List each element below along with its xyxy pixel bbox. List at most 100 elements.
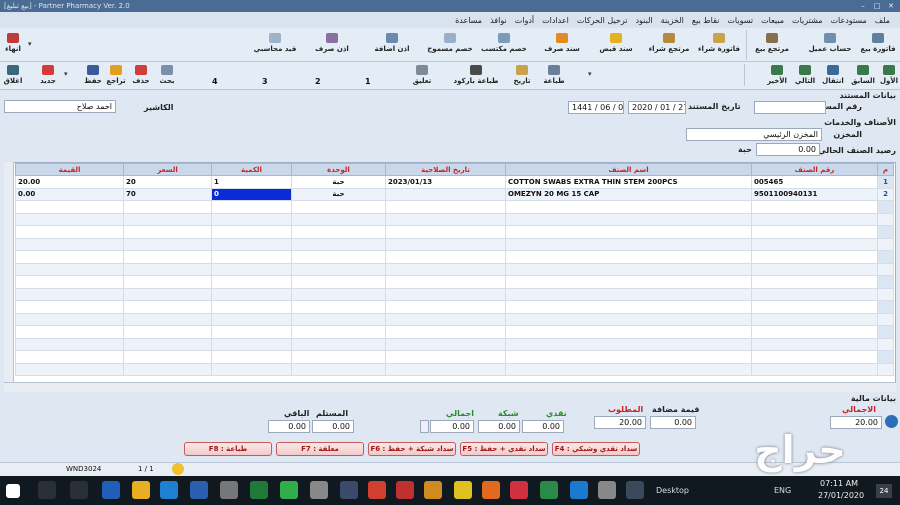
exit-button[interactable]: انهاء [2,28,24,58]
last-record-button[interactable]: الأخير [764,62,790,88]
grid-vertical-scrollbar[interactable] [4,162,14,392]
qty-cell[interactable]: 1 [211,175,292,189]
empty-row[interactable] [15,287,894,301]
menu-item-tools[interactable]: أدوات [511,16,538,25]
network-field[interactable]: 0.00 [478,420,520,433]
earned-discount-button[interactable]: خصم مكتسب [478,28,530,58]
empty-row[interactable] [15,325,894,339]
purchase-return-button[interactable]: مرتجع شراء [646,28,692,58]
expiry-cell[interactable] [385,187,506,201]
maximize-icon[interactable]: □ [870,0,884,12]
app-icon[interactable] [396,481,414,499]
receipt-voucher-button[interactable]: سند قبض [596,28,636,58]
qty-cell-selected[interactable]: 0 [211,187,292,201]
tab-2[interactable]: 2 [315,77,321,86]
price-cell[interactable]: 20 [123,175,212,189]
table-row[interactable]: 2 9501100940131 OMEZYN 20 MG 15 CAP حبة … [15,187,894,201]
f7-suspended-button[interactable]: F7 : معلقة [276,442,364,456]
expand-icon[interactable] [420,420,429,433]
menu-item-file[interactable]: ملف [871,16,894,25]
table-row[interactable]: 1 005465 COTTON SWABS EXTRA THIN STEM 20… [15,175,894,189]
windows-start-icon[interactable] [6,484,20,498]
item-name-cell[interactable]: COTTON SWABS EXTRA THIN STEM 200PCS [505,175,752,189]
new-button[interactable]: جديد [36,62,60,88]
purchase-invoice-button[interactable]: فاتورة شراء [694,28,744,58]
outlook-icon[interactable] [102,481,120,499]
empty-row[interactable] [15,337,894,351]
app-icon[interactable] [510,481,528,499]
empty-row[interactable] [15,225,894,239]
empty-row[interactable] [15,262,894,276]
tab-3[interactable]: 3 [262,77,268,86]
app-icon[interactable] [310,481,328,499]
app-icon[interactable] [424,481,442,499]
doc-number-field[interactable] [754,101,826,114]
menu-item-posting[interactable]: ترحيل الحركات [573,16,632,25]
next-record-button[interactable]: التالي [792,62,818,88]
customer-account-button[interactable]: حساب عميل [805,28,855,58]
menu-item-items[interactable]: البنود [631,16,656,25]
close-icon[interactable]: ✕ [884,0,898,12]
print-button[interactable]: طباعة [540,62,568,88]
calculator-app-icon[interactable] [220,481,238,499]
f8-print-button[interactable]: F8 : طباعة [184,442,272,456]
language-indicator[interactable]: ENG [774,486,791,495]
empty-row[interactable] [15,275,894,289]
empty-row[interactable] [15,200,894,214]
received-field[interactable]: 0.00 [312,420,354,433]
chevron-down-icon[interactable]: ▾ [64,70,68,78]
clock-time[interactable]: 07:11 AM [820,479,858,488]
delete-button[interactable]: حذف [130,62,152,88]
whatsapp-icon[interactable] [280,481,298,499]
menu-item-purchases[interactable]: مشتريات [788,16,826,25]
search-button[interactable]: بحث [156,62,178,88]
tab-4[interactable]: 4 [212,77,218,86]
excel-icon[interactable] [250,481,268,499]
menu-item-help[interactable]: مساعدة [451,16,486,25]
item-name-cell[interactable]: OMEZYN 20 MG 15 CAP [505,187,752,201]
menu-item-warehouses[interactable]: مستودعات [827,16,871,25]
file-explorer-icon[interactable] [132,481,150,499]
payment-voucher-button[interactable]: سند صرف [540,28,584,58]
app-icon[interactable] [340,481,358,499]
unit-cell[interactable]: حبة [291,187,386,201]
desktop-label[interactable]: Desktop [656,486,689,495]
chevron-down-icon[interactable]: ▾ [588,70,592,78]
chevron-down-icon[interactable]: ▾ [28,40,32,48]
app-icon[interactable] [598,481,616,499]
add-permit-button[interactable]: اذن اضافة [370,28,414,58]
menu-item-pos[interactable]: نقاط بيع [688,16,724,25]
task-view-icon[interactable] [70,481,88,499]
word-icon[interactable] [190,481,208,499]
price-cell[interactable]: 70 [123,187,212,201]
cash-field[interactable]: 0.00 [522,420,564,433]
menu-item-sales[interactable]: مبيعات [757,16,788,25]
cashier-field[interactable]: احمد صلاح [4,100,116,113]
journal-entry-button[interactable]: قيد محاسبي [248,28,302,58]
menu-item-treasury[interactable]: الخزينة [657,16,688,25]
minimize-icon[interactable]: – [856,0,870,12]
suspend-button[interactable]: تعليق [402,62,442,88]
store-field[interactable]: المخزن الرئيسي [686,128,822,141]
menu-item-settings[interactable]: اعدادات [538,16,573,25]
f4-cash-network-button[interactable]: F4 : سداد نقدي وشبكي [552,442,640,456]
empty-row[interactable] [15,350,894,364]
item-code-cell[interactable]: 9501100940131 [751,187,878,201]
empty-row[interactable] [15,312,894,326]
notification-badge[interactable]: 24 [876,484,892,498]
menu-item-windows[interactable]: نوافذ [486,16,511,25]
goto-record-button[interactable]: انتقال [820,62,846,88]
edge-icon[interactable] [160,481,178,499]
tab-1[interactable]: 1 [365,77,371,86]
f6-network-save-button[interactable]: F6 : سداد شبكة + حفظ [368,442,456,456]
empty-row[interactable] [15,237,894,251]
issue-permit-button[interactable]: اذن صرف [310,28,354,58]
empty-row[interactable] [15,212,894,226]
empty-row[interactable] [15,300,894,314]
chrome-icon[interactable] [368,481,386,499]
allowed-discount-button[interactable]: خصم مسموح [424,28,476,58]
grid-horizontal-scrollbar[interactable] [4,382,896,392]
first-record-button[interactable]: الأول [878,62,900,88]
partner-pharmacy-icon[interactable] [626,481,644,499]
doc-hijri-field[interactable]: 1441 / 06 / 02 [568,101,624,114]
